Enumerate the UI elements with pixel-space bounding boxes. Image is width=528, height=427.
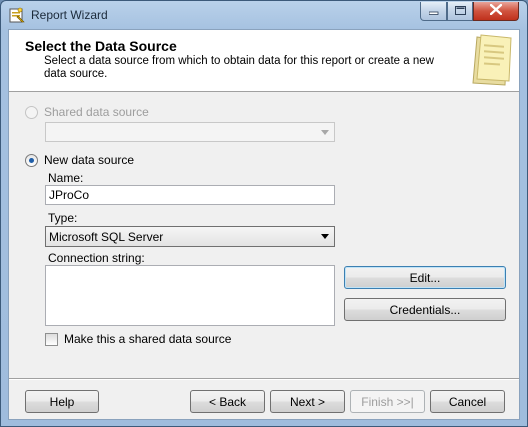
footer-divider	[9, 378, 519, 380]
shared-data-source-label: Shared data source	[44, 105, 149, 119]
new-data-source-radio[interactable]	[25, 154, 38, 167]
window-title: Report Wizard	[31, 8, 108, 22]
title-bar[interactable]: Report Wizard	[1, 1, 527, 29]
edit-button[interactable]: Edit...	[344, 266, 506, 289]
report-wizard-icon	[9, 7, 25, 23]
name-label: Name:	[48, 171, 84, 185]
page-description: Select a data source from which to obtai…	[44, 55, 434, 80]
chevron-down-icon	[321, 130, 329, 135]
wizard-page: Select the Data Source Select a data sou…	[8, 29, 520, 420]
maximize-button[interactable]	[447, 2, 473, 21]
close-button[interactable]	[473, 2, 519, 21]
help-button[interactable]: Help	[25, 390, 99, 413]
make-shared-checkbox[interactable]	[45, 333, 58, 346]
name-input[interactable]	[45, 185, 335, 205]
type-label: Type:	[48, 211, 78, 225]
shared-data-source-combo[interactable]	[45, 122, 335, 142]
report-wizard-window: Report Wizard Select the Data Source Sel…	[0, 0, 528, 427]
credentials-button[interactable]: Credentials...	[344, 298, 506, 321]
back-button[interactable]: < Back	[190, 390, 265, 413]
next-button[interactable]: Next >	[270, 390, 345, 413]
make-shared-label: Make this a shared data source	[64, 332, 232, 346]
new-data-source-label: New data source	[44, 153, 135, 167]
type-value: Microsoft SQL Server	[49, 230, 164, 244]
type-select[interactable]: Microsoft SQL Server	[45, 226, 335, 247]
shared-data-source-radio[interactable]	[25, 106, 38, 119]
minimize-button[interactable]	[420, 2, 447, 21]
close-icon	[489, 3, 503, 18]
wizard-header: Select the Data Source Select a data sou…	[9, 30, 519, 92]
connection-string-label: Connection string:	[48, 251, 145, 265]
minimize-icon	[428, 4, 439, 18]
report-document-icon	[467, 33, 513, 89]
chevron-down-icon	[321, 234, 329, 239]
connection-string-input[interactable]	[45, 265, 335, 326]
cancel-button[interactable]: Cancel	[430, 390, 505, 413]
maximize-icon	[454, 4, 466, 18]
page-title: Select the Data Source	[25, 38, 177, 54]
finish-button[interactable]: Finish >>|	[350, 390, 425, 413]
